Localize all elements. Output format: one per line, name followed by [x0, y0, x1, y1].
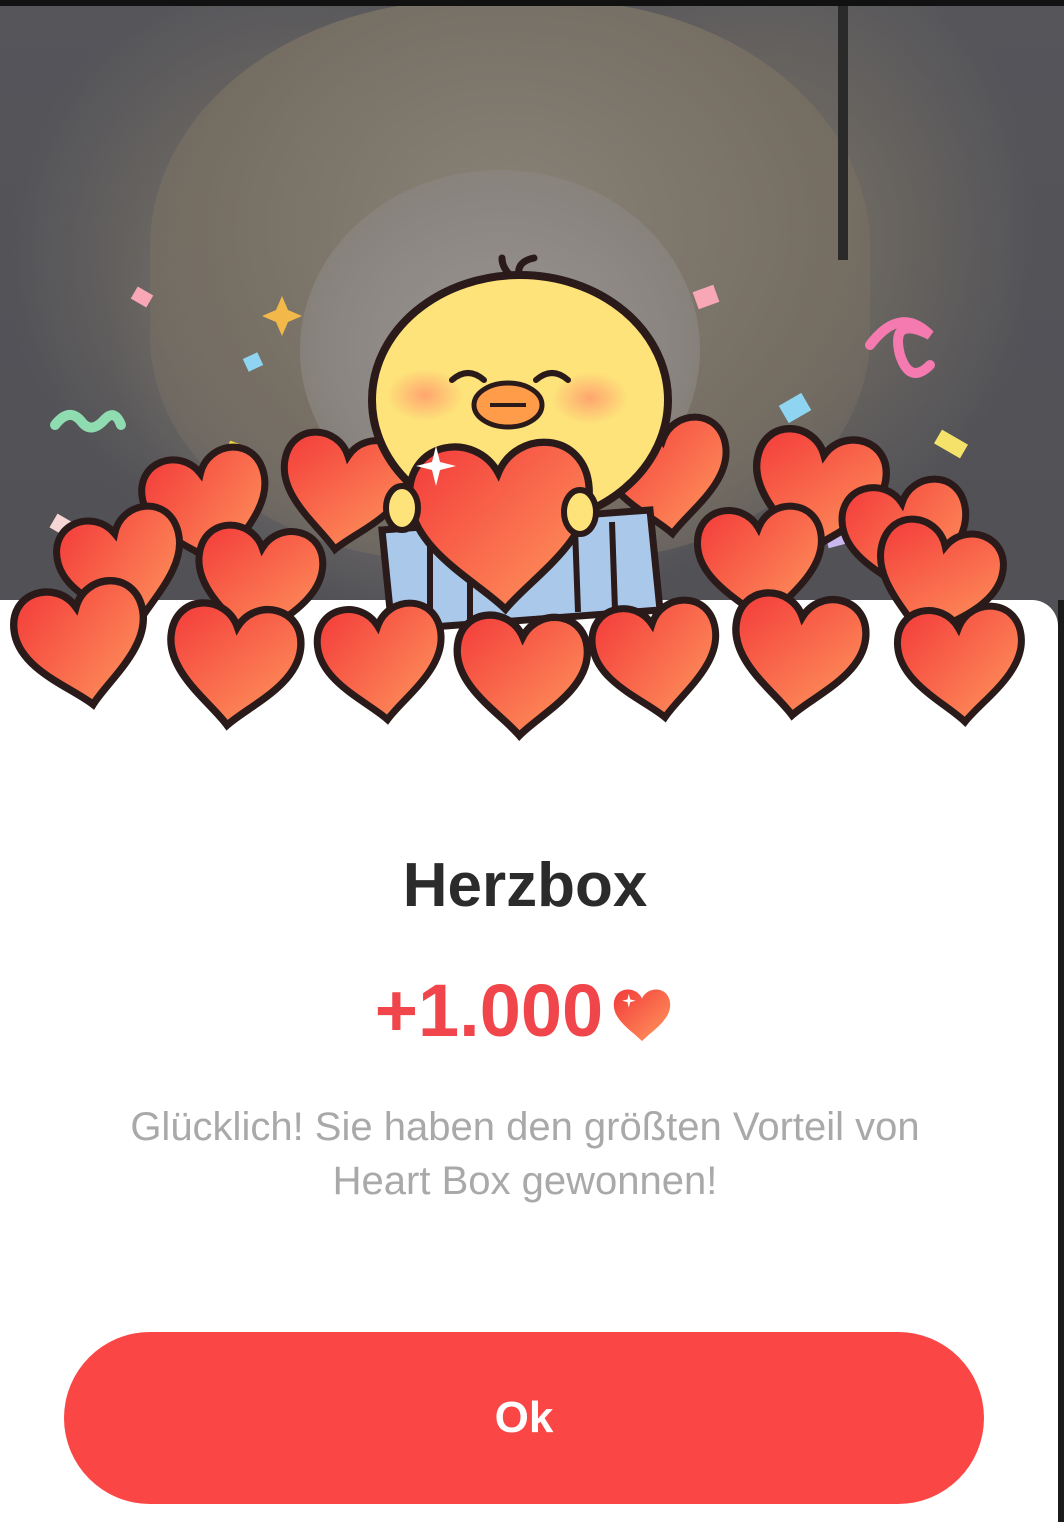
ok-button[interactable]: Ok	[64, 1332, 984, 1504]
dialog-title: Herzbox	[402, 851, 648, 920]
background-strap	[838, 0, 848, 260]
screen: Herzbox +1.000 Glücklich! Sie haben den …	[0, 0, 1064, 1522]
heart-box-illustration	[0, 254, 1064, 750]
status-bar-edge	[0, 0, 1064, 6]
reward-amount: +1.000	[374, 969, 604, 1052]
chick-holding-heart-icon	[368, 254, 672, 634]
reward-message: Glücklich! Sie haben den größten Vorteil…	[130, 1105, 920, 1203]
heart-icon	[614, 989, 671, 1042]
reward-amount-row: +1.000	[0, 966, 1050, 1056]
